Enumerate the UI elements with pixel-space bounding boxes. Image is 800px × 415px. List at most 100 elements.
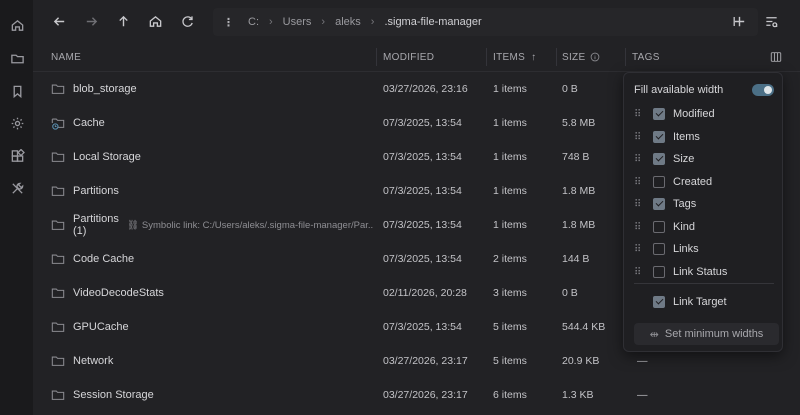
folder-icon — [51, 72, 65, 106]
column-option-label: Link Target — [673, 296, 727, 308]
folder-clock-icon — [51, 106, 65, 140]
column-header-items-label: ITEMS — [493, 51, 526, 63]
column-divider[interactable] — [625, 48, 626, 66]
column-checkbox[interactable] — [653, 296, 665, 308]
column-divider[interactable] — [556, 48, 557, 66]
breadcrumb-segment[interactable]: C: — [248, 16, 259, 28]
tags-value: — — [637, 389, 648, 401]
folder-icon — [51, 276, 65, 310]
back-arrow-icon[interactable] — [48, 10, 70, 32]
file-size: 5.8 MB — [562, 117, 596, 129]
column-header-size[interactable]: SIZE — [562, 42, 600, 72]
column-header-size-label: SIZE — [562, 51, 586, 63]
column-option[interactable]: ⠿ Modified — [634, 104, 774, 124]
file-name: Local Storage — [73, 151, 141, 163]
drag-handle-icon[interactable]: ⠿ — [634, 199, 641, 210]
file-size: 0 B — [562, 287, 578, 299]
column-header-tags[interactable]: TAGS — [632, 42, 660, 72]
modified-date: 07/3/2025, 13:54 — [383, 117, 462, 129]
column-option-label: Items — [673, 131, 700, 143]
link-icon: ⛓ — [126, 219, 139, 231]
item-count: 5 items — [493, 355, 527, 367]
drag-handle-icon[interactable]: ⠿ — [634, 267, 641, 278]
folder-icon — [51, 242, 65, 276]
item-count: 3 items — [493, 287, 527, 299]
column-option[interactable]: ⠿ Tags — [634, 194, 774, 214]
breadcrumb-segment[interactable]: Users — [283, 16, 312, 28]
folder-icon — [51, 208, 65, 242]
filter-icon[interactable] — [760, 10, 782, 32]
folder-icon[interactable] — [6, 47, 28, 69]
folder-icon — [51, 174, 65, 208]
home-icon[interactable] — [144, 10, 166, 32]
modified-date: 03/27/2026, 23:17 — [383, 355, 468, 367]
file-size: 1.3 KB — [562, 389, 594, 401]
drag-handle-icon[interactable]: ⠿ — [634, 132, 641, 143]
column-checkbox[interactable] — [653, 153, 665, 165]
toolbar: ⋮ C: › Users › aleks › .sigma-file-manag… — [33, 0, 800, 42]
column-checkbox[interactable] — [653, 198, 665, 210]
column-checkbox[interactable] — [653, 266, 665, 278]
resize-icon: ⇹ — [649, 328, 659, 341]
modified-date: 07/3/2025, 13:54 — [383, 151, 462, 163]
file-name: VideoDecodeStats — [73, 287, 164, 299]
column-checkbox[interactable] — [653, 243, 665, 255]
drag-handle-icon[interactable]: ⠿ — [634, 109, 641, 120]
column-option[interactable]: ⠿ Link Status — [634, 262, 774, 282]
table-row[interactable]: Session Storage 03/27/2026, 23:17 6 item… — [33, 378, 800, 412]
column-option[interactable]: ⠿ Size — [634, 149, 774, 169]
file-size: 144 B — [562, 253, 590, 265]
extensions-icon[interactable] — [6, 145, 28, 167]
column-option[interactable]: ⠿ Links — [634, 239, 774, 259]
breadcrumb-separator: › — [269, 16, 273, 28]
drag-handle-icon[interactable]: ⠿ — [634, 244, 641, 255]
column-divider[interactable] — [376, 48, 377, 66]
forward-arrow-icon[interactable] — [80, 10, 102, 32]
column-header-items[interactable]: ITEMS ↑ — [493, 42, 536, 72]
column-header-name[interactable]: NAME — [51, 42, 81, 72]
address-bar[interactable]: ⋮ C: › Users › aleks › .sigma-file-manag… — [213, 8, 758, 36]
file-size: 0 B — [562, 83, 578, 95]
tools-icon[interactable] — [6, 177, 28, 199]
file-name: blob_storage — [73, 83, 137, 95]
column-option-label: Tags — [673, 198, 697, 210]
gear-icon[interactable] — [6, 112, 28, 134]
drag-handle-icon[interactable]: ⠿ — [634, 154, 641, 165]
up-arrow-icon[interactable] — [112, 10, 134, 32]
symlink-label: ⛓ Symbolic link: C:/Users/aleks/.sigma-fi… — [127, 220, 373, 231]
refresh-icon[interactable] — [176, 10, 198, 32]
column-checkbox[interactable] — [653, 108, 665, 120]
item-count: 5 items — [493, 321, 527, 333]
columns-settings-icon[interactable] — [770, 42, 782, 72]
item-count: 1 items — [493, 117, 527, 129]
column-header-modified[interactable]: MODIFIED — [383, 42, 434, 72]
breadcrumb-separator: › — [370, 16, 375, 28]
column-option-label: Modified — [673, 108, 715, 120]
file-name: Partitions (1) — [73, 213, 119, 237]
breadcrumb-current[interactable]: .sigma-file-manager — [384, 16, 481, 28]
bookmark-icon[interactable] — [6, 80, 28, 102]
column-checkbox[interactable] — [653, 221, 665, 233]
home-icon[interactable] — [6, 14, 28, 36]
modified-date: 02/11/2026, 20:28 — [383, 287, 467, 299]
file-name: Partitions — [73, 185, 119, 197]
drag-handle-icon[interactable]: ⠿ — [634, 177, 641, 188]
column-option-label: Size — [673, 153, 695, 165]
drag-handle-icon[interactable]: ⠿ — [634, 222, 641, 233]
column-option[interactable]: ⠿ Created — [634, 172, 774, 192]
column-divider[interactable] — [486, 48, 487, 66]
set-minimum-widths-button[interactable]: ⇹ Set minimum widths — [634, 323, 779, 345]
modified-date: 03/27/2026, 23:16 — [383, 83, 468, 95]
column-checkbox[interactable] — [653, 131, 665, 143]
item-count: 1 items — [493, 185, 527, 197]
column-option[interactable]: Link Target — [634, 292, 774, 312]
more-icon[interactable]: ⋮ — [223, 16, 234, 29]
plus-icon[interactable] — [728, 10, 750, 32]
breadcrumb-segment[interactable]: aleks — [335, 16, 361, 28]
column-option[interactable]: ⠿ Items — [634, 127, 774, 147]
column-checkbox[interactable] — [653, 176, 665, 188]
fill-width-toggle[interactable] — [752, 84, 774, 96]
breadcrumb-separator: › — [321, 16, 326, 28]
set-minimum-widths-label: Set minimum widths — [664, 328, 764, 340]
column-option[interactable]: ⠿ Kind — [634, 217, 774, 237]
